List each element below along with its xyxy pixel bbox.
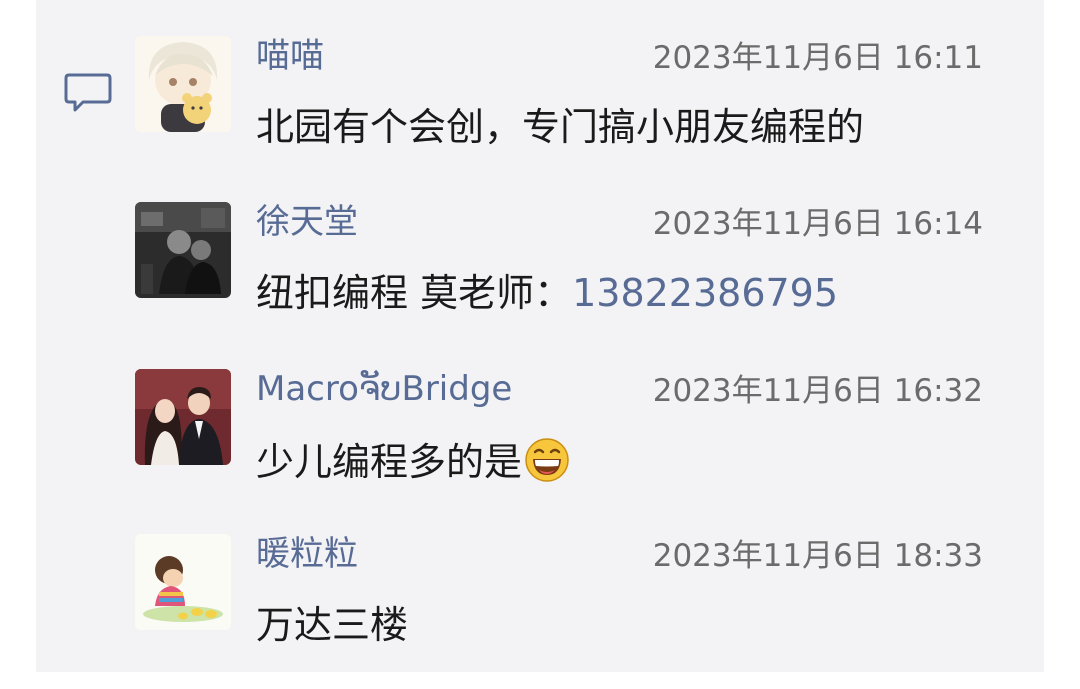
username[interactable]: MacroຈັບBridge xyxy=(256,369,512,409)
timestamp: 2023年11月6日 16:11 xyxy=(652,40,983,76)
comment-icon xyxy=(64,73,112,112)
timestamp: 2023年11月6日 16:32 xyxy=(652,373,983,409)
username[interactable]: 喵喵 xyxy=(256,36,324,76)
comment-text: 万达三楼 xyxy=(256,603,409,647)
comment-item: 喵喵 2023年11月6日 16:11 北园有个会创，专门搞小朋友编程的 xyxy=(135,36,995,176)
timestamp: 2023年11月6日 16:14 xyxy=(652,206,983,242)
comment-text: 纽扣编程 莫老师：13822386795 xyxy=(256,270,838,316)
phone-number-link[interactable]: 13822386795 xyxy=(572,271,838,315)
comment-text-content: 少儿编程多的是 xyxy=(256,440,523,484)
comment-item: 徐天堂 2023年11月6日 16:14 纽扣编程 莫老师：1382238679… xyxy=(135,202,995,342)
grinning-face-emoji-icon xyxy=(525,438,569,482)
timestamp: 2023年11月6日 18:33 xyxy=(652,538,983,574)
avatar[interactable] xyxy=(135,534,231,630)
dark-photo-avatar-icon xyxy=(135,202,231,298)
comment-text-prefix: 纽扣编程 莫老师： xyxy=(256,271,573,315)
comment-text: 少儿编程多的是 xyxy=(256,437,570,485)
child-cartoon-avatar-icon xyxy=(135,534,231,630)
couple-illustration-avatar-icon xyxy=(135,369,231,465)
comment-item: 暖粒粒 2023年11月6日 18:33 万达三楼 xyxy=(135,534,995,674)
username[interactable]: 暖粒粒 xyxy=(256,534,358,574)
comment-item: MacroຈັບBridge 2023年11月6日 16:32 少儿编程多的是 xyxy=(135,369,995,509)
anime-boy-with-bear-avatar-icon xyxy=(135,36,231,132)
comment-text: 北园有个会创，专门搞小朋友编程的 xyxy=(256,105,865,149)
avatar[interactable] xyxy=(135,202,231,298)
avatar[interactable] xyxy=(135,369,231,465)
username[interactable]: 徐天堂 xyxy=(256,202,358,242)
avatar[interactable] xyxy=(135,36,231,132)
